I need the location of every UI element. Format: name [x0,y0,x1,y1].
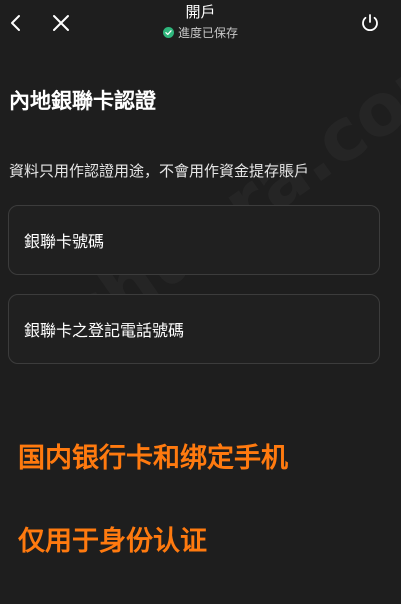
page-subtitle: 資料只用作認證用途，不會用作資金提存賬戶 [9,162,310,180]
header-title-group: 開戶 進度已保存 [0,3,401,41]
page-header-title: 開戶 [185,3,216,21]
power-icon [362,14,378,32]
overlay-annotation-line-2: 仅用于身份认证 [18,526,207,557]
overlay-annotation-line-1: 国内银行卡和绑定手机 [18,443,288,474]
page-title: 內地銀聯卡認證 [9,89,156,113]
card-phone-field[interactable]: 銀聯卡之登記電話號碼 [8,294,380,364]
save-status: 進度已保存 [0,24,401,41]
top-bar: 開戶 進度已保存 [0,0,401,54]
card-number-field[interactable]: 銀聯卡號碼 [8,205,380,275]
card-phone-placeholder: 銀聯卡之登記電話號碼 [24,321,185,340]
power-button[interactable] [355,8,385,38]
check-circle-icon [162,27,174,38]
save-status-text: 進度已保存 [177,26,238,40]
card-number-placeholder: 銀聯卡號碼 [24,232,105,251]
